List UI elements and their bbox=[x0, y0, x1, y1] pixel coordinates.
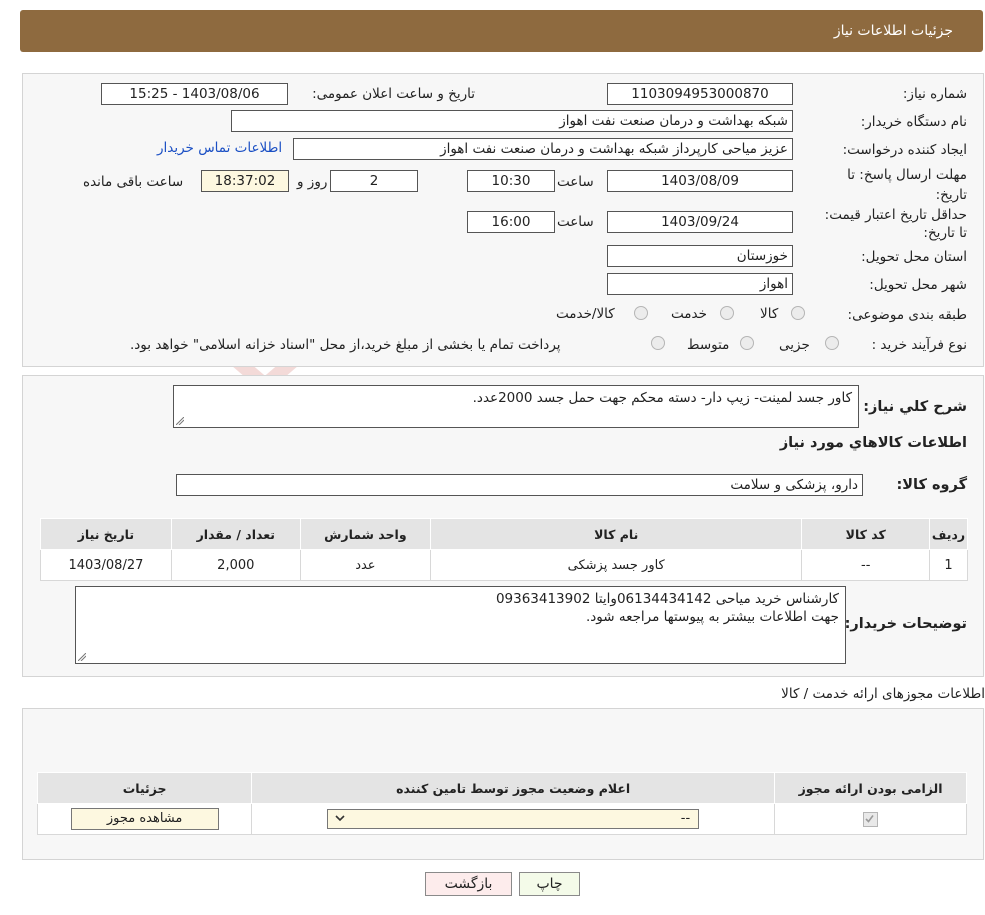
table-row: 1 -- کاور جسد پزشکی عدد 2,000 1403/08/27 bbox=[40, 549, 968, 581]
permit-status-select[interactable]: -- bbox=[327, 809, 700, 829]
chevron-down-icon bbox=[334, 811, 346, 829]
province-field: خوزستان bbox=[607, 245, 793, 267]
page-header: جزئیات اطلاعات نیاز bbox=[20, 10, 983, 52]
category-label: طبقه بندی موضوعی: bbox=[847, 307, 967, 323]
category-radio-goods[interactable] bbox=[791, 306, 805, 320]
cell-row-number: 1 bbox=[929, 549, 968, 581]
buyer-notes-textarea: کارشناس خرید میاحی 06134434142وایتا 0936… bbox=[75, 586, 846, 664]
col-header-permit-required: الزامی بودن ارائه مجوز bbox=[774, 772, 967, 804]
back-button[interactable]: بازگشت bbox=[425, 872, 512, 896]
cell-name: کاور جسد پزشکی bbox=[429, 549, 803, 581]
requester-field: عزیز میاحی کارپرداز شبکه بهداشت و درمان … bbox=[293, 138, 793, 160]
reply-deadline-label: مهلت ارسال پاسخ: تا تاریخ: bbox=[847, 167, 967, 203]
buyer-org-label: نام دستگاه خریدار: bbox=[860, 114, 967, 130]
contact-info-link[interactable]: اطلاعات تماس خریدار bbox=[157, 140, 282, 156]
permit-required-checkbox[interactable] bbox=[863, 811, 879, 827]
city-field: اهواز bbox=[607, 273, 793, 295]
category-option-goods: کالا bbox=[760, 306, 779, 322]
col-header-code: کد کالا bbox=[801, 518, 931, 550]
col-header-permit-status: اعلام وضعیت مجوز توسط تامین کننده bbox=[251, 772, 776, 804]
col-header-need-date: تاريخ نياز bbox=[40, 518, 172, 550]
purchase-treasury-note: پرداخت تمام یا بخشی از مبلغ خرید،از محل … bbox=[130, 337, 561, 353]
buyer-notes-line-1: کارشناس خرید میاحی 06134434142وایتا 0936… bbox=[495, 591, 839, 607]
price-validity-label: حداقل تاریخ اعتبار قیمت: تا تاریخ: bbox=[824, 207, 967, 241]
permit-required-cell bbox=[774, 803, 967, 835]
permits-title: اطلاعات مجوزهای ارائه خدمت / کالا bbox=[781, 686, 985, 702]
summary-label: شرح کلي نياز: bbox=[863, 399, 967, 415]
purchase-checkbox-treasury[interactable] bbox=[651, 336, 665, 350]
purchase-radio-partial[interactable] bbox=[825, 336, 839, 350]
summary-textarea: کاور جسد لمینت- زیپ دار- دسته محکم جهت ح… bbox=[173, 385, 859, 428]
cell-unit: عدد bbox=[299, 549, 431, 581]
reply-date-field: 1403/08/09 bbox=[607, 170, 793, 192]
reply-time-field: 10:30 bbox=[467, 170, 555, 192]
page-title: جزئیات اطلاعات نیاز bbox=[833, 23, 953, 39]
buyer-notes-line-2: جهت اطلاعات بیشتر به پیوستها مراجعه شود. bbox=[585, 609, 839, 625]
permit-status-cell: -- bbox=[251, 803, 776, 835]
col-header-permit-details: جزئیات bbox=[36, 772, 253, 804]
announce-field: 1403/08/06 - 15:25 bbox=[101, 83, 288, 105]
print-button[interactable]: چاپ bbox=[519, 872, 580, 896]
cell-quantity: 2,000 bbox=[170, 549, 301, 581]
price-time-label: ساعت bbox=[557, 214, 594, 230]
checkmark-icon bbox=[865, 814, 874, 823]
category-radio-goods-service[interactable] bbox=[634, 306, 648, 320]
purchase-type-label: نوع فرآیند خرید : bbox=[871, 337, 967, 353]
announce-label: تاریخ و ساعت اعلان عمومی: bbox=[312, 86, 475, 102]
col-header-quantity: تعداد / مقدار bbox=[170, 518, 301, 550]
goods-group-field: دارو، پزشکی و سلامت bbox=[176, 474, 863, 496]
requester-label: ایجاد کننده درخواست: bbox=[842, 142, 967, 158]
cell-need-date: 1403/08/27 bbox=[40, 549, 172, 581]
buyer-notes-label: توضیحات خریدار: bbox=[844, 616, 967, 632]
permit-details-cell: مشاهده مجوز bbox=[36, 803, 253, 835]
purchase-radio-medium[interactable] bbox=[740, 336, 754, 350]
permit-status-value: -- bbox=[680, 811, 691, 826]
permits-table: الزامی بودن ارائه مجوز اعلام وضعیت مجوز … bbox=[36, 772, 967, 835]
goods-table-header-row: رديف کد کالا نام کالا واحد شمارش تعداد /… bbox=[40, 518, 968, 550]
remaining-time-field: 18:37:02 bbox=[201, 170, 289, 192]
buyer-org-field: شبکه بهداشت و درمان صنعت نفت اهواز bbox=[231, 110, 793, 132]
province-label: استان محل تحویل: bbox=[861, 249, 967, 265]
view-permit-button[interactable]: مشاهده مجوز bbox=[70, 808, 219, 830]
col-header-name: نام کالا bbox=[429, 518, 803, 550]
goods-info-title: اطلاعات کالاهاي مورد نياز bbox=[779, 435, 967, 451]
purchase-option-partial: جزیی bbox=[779, 337, 810, 353]
cell-code: -- bbox=[801, 549, 931, 581]
category-radio-service[interactable] bbox=[720, 306, 734, 320]
summary-text: کاور جسد لمینت- زیپ دار- دسته محکم جهت ح… bbox=[472, 390, 852, 406]
resize-handle-icon[interactable] bbox=[176, 417, 184, 425]
need-number-label: شماره نیاز: bbox=[902, 86, 967, 102]
need-number-field: 1103094953000870 bbox=[607, 83, 793, 105]
price-time-field: 16:00 bbox=[467, 211, 555, 233]
category-option-service: خدمت bbox=[671, 306, 707, 322]
table-row: -- مشاهده مجوز bbox=[36, 803, 967, 835]
days-field: 2 bbox=[330, 170, 418, 192]
days-label: روز و bbox=[297, 174, 328, 190]
goods-group-label: گروه کالا: bbox=[896, 477, 967, 493]
remaining-time-label: ساعت باقی مانده bbox=[83, 174, 184, 190]
permits-table-header-row: الزامی بودن ارائه مجوز اعلام وضعیت مجوز … bbox=[36, 772, 967, 804]
col-header-row-number: رديف bbox=[929, 518, 968, 550]
purchase-option-medium: متوسط bbox=[687, 337, 730, 353]
resize-handle-icon[interactable] bbox=[78, 653, 86, 661]
city-label: شهر محل تحویل: bbox=[869, 277, 967, 293]
goods-table: رديف کد کالا نام کالا واحد شمارش تعداد /… bbox=[40, 518, 968, 581]
category-option-goods-service: کالا/خدمت bbox=[556, 306, 615, 322]
col-header-unit: واحد شمارش bbox=[299, 518, 431, 550]
reply-time-label: ساعت bbox=[557, 174, 594, 190]
price-date-field: 1403/09/24 bbox=[607, 211, 793, 233]
